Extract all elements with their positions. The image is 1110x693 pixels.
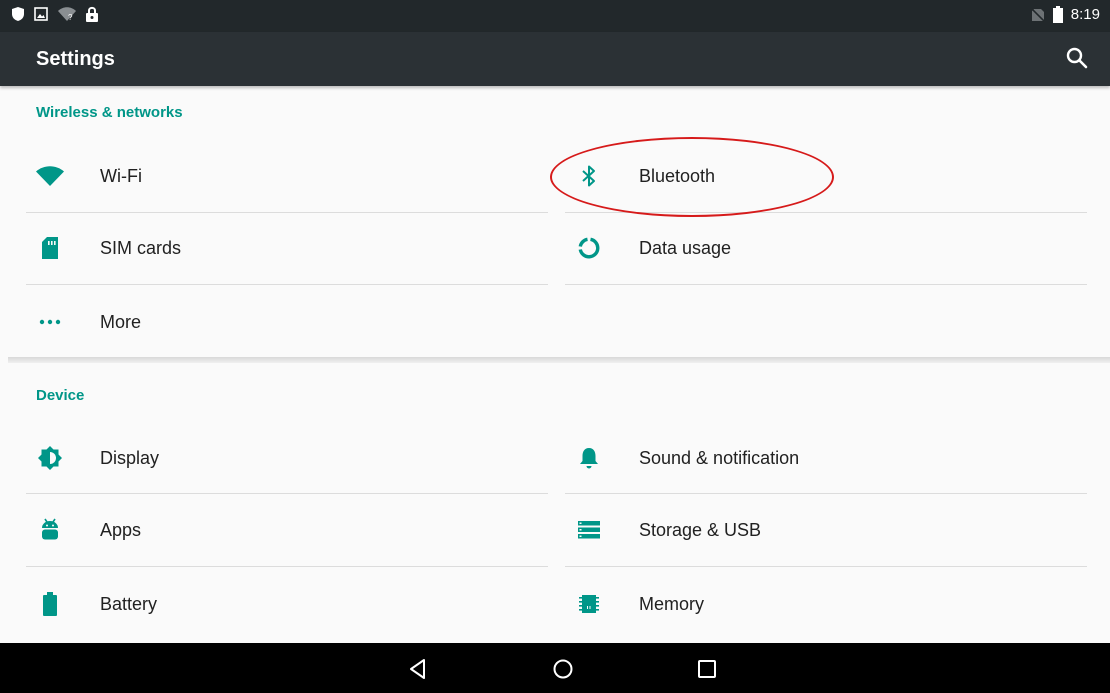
settings-item-sim-cards[interactable]: SIM cards [26,212,548,284]
status-right-icons: 8:19 [1030,6,1100,23]
no-sim-icon [1030,7,1045,22]
status-time: 8:19 [1070,6,1100,23]
bell-icon [575,446,603,470]
settings-item-more[interactable]: More [26,286,548,358]
settings-item-label: Battery [100,594,158,614]
nav-bar [0,643,1110,693]
settings-item-label: Sound & notification [639,448,800,468]
settings-item-data-usage[interactable]: Data usage [565,212,1087,284]
settings-item-label: Wi-Fi [100,166,142,186]
search-icon[interactable] [1064,45,1090,71]
image-icon [34,7,48,21]
settings-item-label: Memory [639,594,705,614]
settings-item-memory[interactable]: Memory [565,568,1087,640]
settings-item-label: Data usage [639,238,732,258]
settings-item-label: Storage & USB [639,520,762,540]
settings-item-label: More [100,312,142,332]
section-separator [8,357,1110,363]
bluetooth-icon [575,164,603,188]
settings-item-label: SIM cards [100,238,182,258]
settings-item-bluetooth[interactable]: Bluetooth [565,140,1087,212]
divider [26,284,548,285]
storage-icon [575,518,603,542]
status-left-icons: ? [12,6,98,22]
divider [565,566,1087,567]
app-bar: Settings [0,32,1110,86]
settings-item-apps[interactable]: Apps [26,494,548,566]
section-header-device: Device [36,387,85,404]
divider [26,566,548,567]
settings-item-display[interactable]: Display [26,422,548,494]
settings-item-storage[interactable]: Storage & USB [565,494,1087,566]
settings-item-battery[interactable]: Battery [26,568,548,640]
data-usage-icon [575,236,603,260]
android-icon [36,518,64,542]
battery-full-icon [36,592,64,616]
svg-text:?: ? [68,13,73,21]
more-icon [36,310,64,334]
brightness-icon [36,446,64,470]
battery-icon [1052,6,1063,23]
section-header-wireless: Wireless & networks [36,104,183,121]
back-icon[interactable] [406,657,430,681]
settings-item-label: Apps [100,520,142,540]
wifi-unknown-icon: ? [58,7,76,21]
lock-icon [86,6,98,22]
settings-item-sound[interactable]: Sound & notification [565,422,1087,494]
shield-icon [12,7,24,21]
settings-item-wifi[interactable]: Wi-Fi [26,140,548,212]
settings-item-label: Bluetooth [639,166,716,186]
divider [565,284,1087,285]
settings-item-label: Display [100,448,160,468]
home-icon[interactable] [551,657,575,681]
page-title: Settings [36,48,115,70]
recents-icon[interactable] [695,657,719,681]
sim-card-icon [36,236,64,260]
status-bar: ? 8:19 [0,0,1110,32]
wifi-icon [36,164,64,188]
memory-chip-icon [575,592,603,616]
